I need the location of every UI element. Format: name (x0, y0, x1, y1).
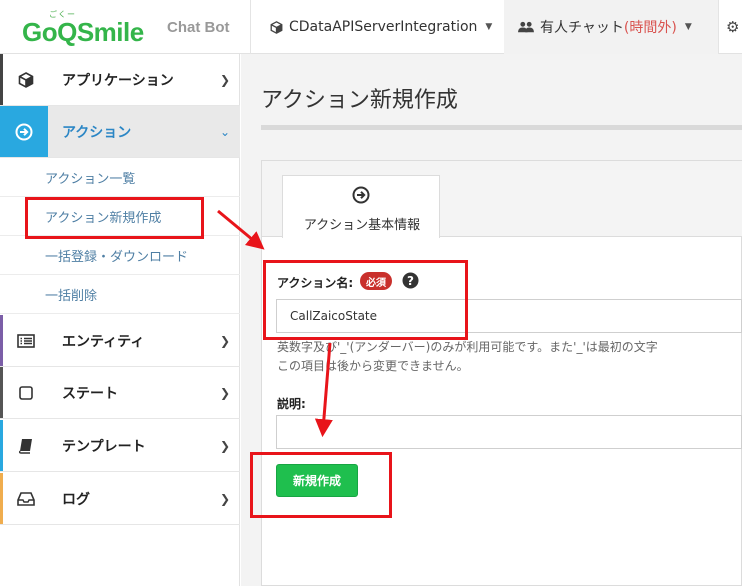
circle-arrow-right-icon (352, 186, 370, 208)
chevron-right-icon: ❯ (219, 385, 230, 400)
sidebar-item-template[interactable]: テンプレート ❯ (0, 420, 240, 472)
description-label: 説明: (277, 397, 306, 411)
sidebar-item-label: ステート (62, 385, 118, 402)
circle-arrow-right-icon (0, 106, 48, 157)
settings-menu[interactable]: ⚙ (726, 0, 742, 54)
cube-icon (0, 54, 48, 105)
sidebar-item-label: ログ (62, 491, 90, 508)
chevron-right-icon: ❯ (219, 333, 230, 348)
chevron-right-icon: ❯ (219, 491, 230, 506)
sidebar-item-application[interactable]: アプリケーション ❯ (0, 54, 240, 106)
inbox-icon (0, 473, 48, 524)
sidebar-item-state[interactable]: ステート ❯ (0, 367, 240, 419)
book-icon (0, 420, 48, 471)
highlight-box-create-button (250, 452, 392, 518)
chat-menu[interactable]: 有人チャット (時間外) ▼ (504, 0, 718, 54)
sidebar-item-log[interactable]: ログ ❯ (0, 473, 240, 525)
project-menu[interactable]: CDataAPIServerIntegration ▼ (250, 0, 504, 54)
square-icon (0, 367, 48, 418)
chevron-down-icon: ▼ (684, 22, 692, 32)
sidebar-subitem-label: 一括登録・ダウンロード (45, 249, 189, 265)
sidebar-subitem-action-list[interactable]: アクション一覧 (0, 158, 240, 197)
tab-label: アクション基本情報 (303, 218, 421, 233)
chevron-right-icon: ❯ (219, 438, 230, 453)
users-icon (518, 21, 534, 34)
chat-status: (時間外) (623, 20, 677, 36)
sidebar-subitem-bulk-register[interactable]: 一括登録・ダウンロード (0, 236, 240, 275)
sidebar-item-entity[interactable]: エンティティ ❯ (0, 315, 240, 367)
chevron-down-icon: ▼ (485, 22, 493, 32)
tab-basic-info[interactable]: アクション基本情報 (282, 175, 440, 238)
sidebar-subitem-label: 一括削除 (45, 288, 98, 304)
header-divider (718, 0, 719, 54)
sidebar: アプリケーション ❯ アクション ⌄ アクション一覧 アクション新規作成 一括登… (0, 54, 240, 586)
action-name-help-2: この項目は後から変更できません。 (277, 359, 469, 373)
project-menu-label: CDataAPIServerIntegration (289, 19, 478, 35)
sidebar-subitem-bulk-delete[interactable]: 一括削除 (0, 275, 240, 314)
goqsmile-logo[interactable]: ごくー GoQSmile (22, 9, 157, 47)
top-header: ごくー GoQSmile Chat Bot CDataAPIServerInte… (0, 0, 742, 54)
action-name-help-1: 英数字及び'_'(アンダーバー)のみが利用可能です。また'_'は最初の文字 (277, 340, 658, 354)
sidebar-item-label: アプリケーション (62, 72, 174, 89)
highlight-box-name-field (263, 260, 468, 340)
logo-subtitle: Chat Bot (167, 19, 230, 36)
chat-menu-label: 有人チャット (540, 20, 624, 36)
page-title: アクション新規作成 (261, 88, 458, 113)
sidebar-item-label: エンティティ (62, 333, 145, 350)
chevron-right-icon: ❯ (219, 72, 230, 87)
description-input[interactable] (276, 415, 742, 449)
list-icon (0, 315, 48, 366)
title-divider (261, 125, 742, 130)
chevron-down-icon: ⌄ (219, 124, 230, 139)
cube-icon (270, 20, 283, 34)
sidebar-subitem-label: アクション一覧 (45, 171, 136, 187)
sidebar-item-action[interactable]: アクション ⌄ (0, 106, 240, 158)
sidebar-item-label: アクション (62, 124, 132, 141)
gear-icon: ⚙ (726, 18, 740, 36)
tab-strip: アクション基本情報 (262, 161, 742, 238)
sidebar-item-label: テンプレート (62, 438, 146, 455)
logo-text: GoQSmile (22, 17, 144, 47)
highlight-box-sidebar (25, 197, 204, 239)
